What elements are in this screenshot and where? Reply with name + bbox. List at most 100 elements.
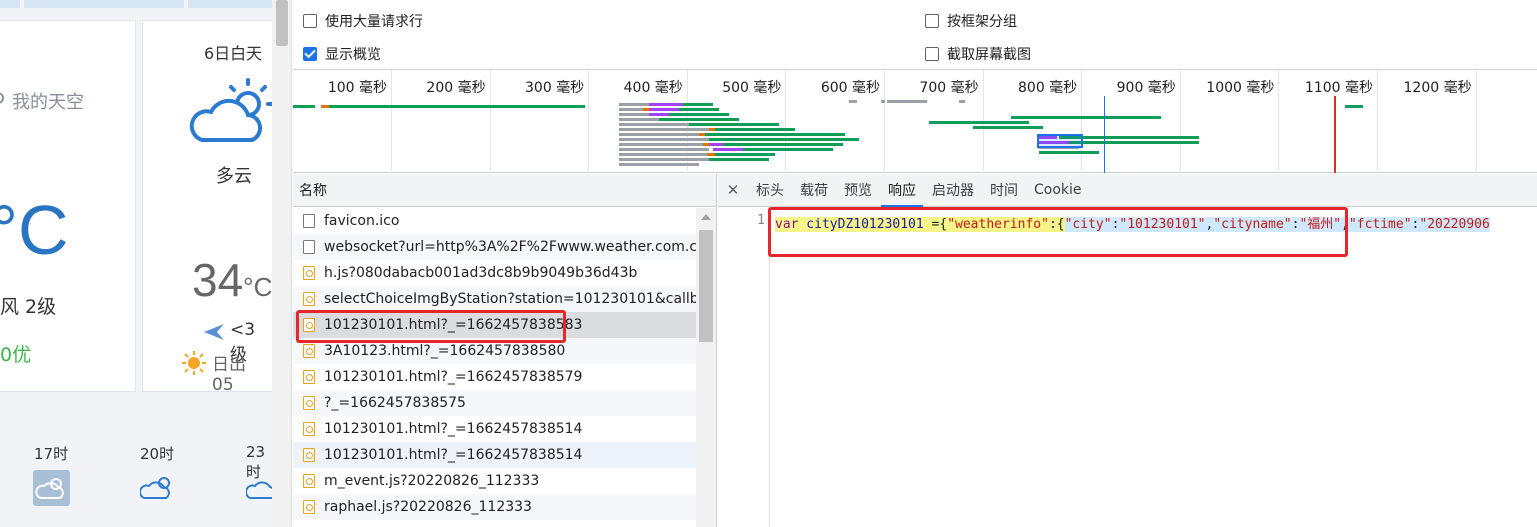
tab-initiator[interactable]: 启动器	[925, 174, 981, 206]
timeline-bar	[619, 113, 649, 116]
timeline-tick-label: 700 毫秒	[919, 80, 979, 96]
request-name: raphael.js?20220826_112333	[324, 499, 532, 515]
code-token: ={	[931, 217, 948, 232]
script-file-icon	[303, 370, 315, 384]
timeline-bar	[1039, 151, 1099, 154]
weather-page: 我的天空 °C 风 2级 0优 6日白天 多云 34°C <3级 日出 05 1…	[0, 0, 272, 527]
script-file-icon	[303, 500, 315, 514]
timeline-selection[interactable]	[1037, 134, 1083, 148]
line-number: 1	[757, 213, 765, 228]
timeline-tick-label: 300 毫秒	[525, 80, 585, 96]
document-file-icon	[303, 240, 315, 254]
request-row[interactable]: ?_=1662457838575	[293, 390, 697, 416]
timeline-bar	[679, 108, 719, 111]
timeline-bar	[1345, 105, 1363, 108]
timeline-bar	[619, 108, 643, 111]
timeline-bar	[881, 100, 885, 103]
tab-payload[interactable]: 载荷	[793, 174, 835, 206]
timeline-tick-label: 1200 毫秒	[1403, 80, 1472, 96]
close-icon[interactable]: ✕	[718, 174, 748, 206]
timeline-bar	[659, 118, 739, 121]
tab-cookies[interactable]: Cookie	[1027, 174, 1089, 206]
timeline-bar	[707, 153, 715, 156]
response-code-line[interactable]: var cityDZ101230101 ={"weatherinfo":{"ci…	[775, 213, 1490, 232]
request-name: m_event.js?20220826_112333	[324, 473, 540, 489]
tab-preview[interactable]: 预览	[837, 174, 879, 206]
request-list-pane: 名称 favicon.ico websocket?url=http%3A%2F%2…	[293, 174, 717, 527]
hour-label: 17时	[34, 445, 69, 463]
day-title: 6日白天	[204, 44, 263, 63]
timeline-bar	[619, 128, 709, 131]
request-list: favicon.ico websocket?url=http%3A%2F%2Fww…	[293, 208, 697, 520]
name-column-header[interactable]: 名称	[293, 174, 716, 207]
checkbox-box[interactable]	[925, 47, 939, 61]
checkbox-box[interactable]	[303, 14, 317, 28]
timeline-bar	[705, 133, 845, 136]
request-row[interactable]: 3A10123.html?_=1662457838580	[293, 338, 697, 364]
code-token: "city"	[1064, 217, 1112, 232]
capture-screenshots-checkbox[interactable]: 截取屏幕截图	[925, 44, 1031, 64]
request-row[interactable]: 101230101.html?_=1662457838514	[293, 442, 697, 468]
timeline-bar	[715, 153, 775, 156]
network-overview-timeline[interactable]: 100 毫秒 200 毫秒 300 毫秒 400 毫秒 500 毫秒 600 毫秒 700 …	[293, 70, 1537, 173]
timeline-tick-label: 130(	[1476, 77, 1537, 93]
checkbox-box[interactable]	[303, 47, 317, 61]
timeline-tick-label: 1100 毫秒	[1304, 80, 1373, 96]
timeline-bar	[849, 100, 857, 103]
request-name: 101230101.html?_=1662457838579	[324, 369, 583, 385]
code-token: "101230101"	[1119, 217, 1206, 232]
request-row[interactable]: favicon.ico	[293, 208, 697, 234]
timeline-tick-label: 200 毫秒	[426, 80, 486, 96]
scroll-up-arrow-icon[interactable]	[701, 214, 711, 220]
group-by-frame-checkbox[interactable]: 按框架分组	[925, 11, 1017, 31]
script-file-icon	[303, 448, 315, 462]
timeline-tick-label: 500 毫秒	[722, 80, 782, 96]
timeline-tick-label: 600 毫秒	[820, 80, 880, 96]
timeline-bar	[887, 100, 927, 103]
timeline-bar	[619, 123, 689, 126]
timeline-bar	[743, 148, 833, 151]
sun-icon	[182, 351, 206, 375]
script-file-icon	[303, 344, 315, 358]
timeline-bar	[649, 113, 669, 116]
my-sky-link[interactable]: 我的天空	[12, 88, 84, 114]
timeline-bar	[713, 148, 743, 151]
request-row[interactable]: h.js?080dabacb001ad3dc8b9b9049b36d43b	[293, 260, 697, 286]
page-strip	[0, 0, 20, 8]
checkbox-label: 使用大量请求行	[325, 14, 423, 30]
request-row[interactable]: m_event.js?20220826_112333	[293, 468, 697, 494]
timeline-bar	[619, 158, 709, 161]
timeline-bar	[683, 103, 713, 106]
timeline-tick-label: 1000 毫秒	[1206, 80, 1275, 96]
show-overview-checkbox[interactable]: 显示概览	[303, 44, 381, 64]
request-row[interactable]: websocket?url=http%3A%2F%2Fwww.weather.c…	[293, 234, 697, 260]
timeline-tick-label: 900 毫秒	[1116, 80, 1176, 96]
request-row[interactable]: 101230101.html?_=1662457838514	[293, 416, 697, 442]
request-row[interactable]: 101230101.html?_=1662457838579	[293, 364, 697, 390]
timeline-bar	[619, 133, 699, 136]
request-name: favicon.ico	[324, 213, 400, 229]
dom-content-loaded-marker	[1104, 96, 1105, 173]
timeline-bar	[649, 103, 683, 106]
tab-timing[interactable]: 时间	[983, 174, 1025, 206]
timeline-bar	[1011, 116, 1161, 119]
response-viewer[interactable]: 1 var cityDZ101230101 ={"weatherinfo":{"…	[718, 208, 1537, 527]
day-temperature: 34°C	[192, 254, 272, 306]
cloudy-icon	[246, 481, 272, 499]
request-row[interactable]: selectChoiceImgByStation?station=1012301…	[293, 286, 697, 312]
checkbox-box[interactable]	[925, 14, 939, 28]
request-name: selectChoiceImgByStation?station=1012301…	[324, 291, 697, 307]
tab-headers[interactable]: 标头	[749, 174, 791, 206]
checkbox-label: 显示概览	[325, 47, 381, 63]
request-row[interactable]: raphael.js?20220826_112333	[293, 494, 697, 520]
timeline-bar	[973, 126, 1043, 129]
tab-response[interactable]: 响应	[881, 174, 923, 207]
request-list-scrollbar[interactable]	[696, 208, 716, 527]
timeline-tick-label: 400 毫秒	[623, 80, 683, 96]
request-row[interactable]: 101230101.html?_=1662457838583	[293, 312, 697, 338]
scrollbar-thumb[interactable]	[699, 230, 713, 342]
checkbox-label: 截取屏幕截图	[947, 47, 1031, 63]
large-rows-checkbox[interactable]: 使用大量请求行	[303, 11, 423, 31]
scrollbar-thumb[interactable]	[276, 0, 288, 46]
page-scrollbar[interactable]	[272, 0, 292, 527]
